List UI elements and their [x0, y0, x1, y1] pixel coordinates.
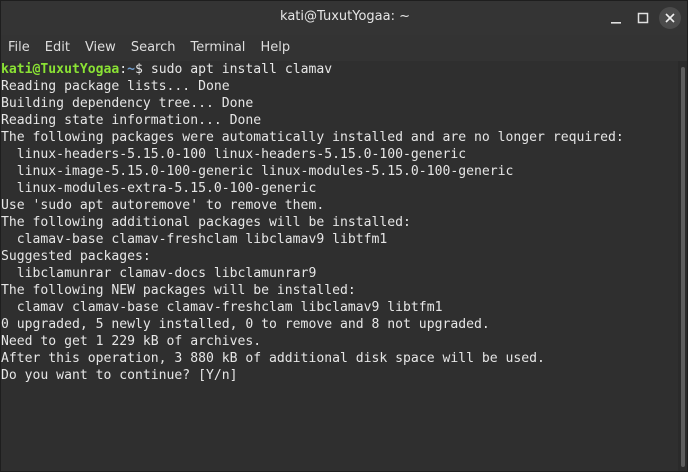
- prompt-separator: :: [119, 62, 128, 77]
- output-line: clamav clamav-base clamav-freshclam libc…: [1, 300, 443, 315]
- output-line: Need to get 1 229 kB of archives.: [1, 334, 262, 349]
- output-line: Suggested packages:: [1, 249, 151, 264]
- output-line: After this operation, 3 880 kB of additi…: [1, 351, 545, 366]
- menu-bar: File Edit View Search Terminal Help: [1, 35, 687, 61]
- scrollbar[interactable]: [678, 61, 687, 471]
- terminal-output[interactable]: kati@TuxutYogaa:~$ sudo apt install clam…: [1, 61, 678, 471]
- output-line: linux-modules-extra-5.15.0-100-generic: [1, 181, 317, 196]
- prompt-command: sudo apt install clamav: [150, 62, 333, 77]
- menu-edit[interactable]: Edit: [38, 35, 76, 61]
- output-line: 0 upgraded, 5 newly installed, 0 to remo…: [1, 317, 490, 332]
- output-line: Reading package lists... Done: [1, 79, 230, 94]
- output-line: The following packages were automaticall…: [1, 130, 624, 145]
- menu-terminal[interactable]: Terminal: [183, 35, 251, 61]
- menu-file[interactable]: File: [1, 35, 36, 61]
- prompt-user-host: kati@TuxutYogaa: [1, 62, 120, 77]
- close-button[interactable]: [659, 7, 681, 29]
- title-bar[interactable]: kati@TuxutYogaa: ~: [1, 1, 687, 35]
- output-line: linux-headers-5.15.0-100 linux-headers-5…: [1, 147, 467, 162]
- prompt-path: ~: [127, 62, 136, 77]
- output-line: Building dependency tree... Done: [1, 96, 254, 111]
- output-line: clamav-base clamav-freshclam libclamav9 …: [1, 232, 388, 247]
- menu-search[interactable]: Search: [124, 35, 182, 61]
- output-line: The following NEW packages will be insta…: [1, 283, 356, 298]
- terminal-window: kati@TuxutYogaa: ~ File Edit View Search…: [0, 0, 688, 472]
- output-line: Do you want to continue? [Y/n]: [1, 368, 246, 383]
- output-line: The following additional packages will b…: [1, 215, 411, 230]
- output-line: Use 'sudo apt autoremove' to remove them…: [1, 198, 325, 213]
- window-title: kati@TuxutYogaa: ~: [280, 9, 410, 24]
- scrollbar-thumb[interactable]: [681, 67, 685, 467]
- output-line: linux-image-5.15.0-100-generic linux-mod…: [1, 164, 514, 179]
- output-line: Reading state information... Done: [1, 113, 262, 128]
- prompt-line: kati@TuxutYogaa:~$ sudo apt install clam…: [1, 61, 678, 78]
- output-line: libclamunrar clamav-docs libclamunrar9: [1, 266, 317, 281]
- minimize-icon: [611, 22, 621, 24]
- maximize-button[interactable]: [632, 7, 654, 29]
- menu-help[interactable]: Help: [253, 35, 296, 61]
- close-icon: [665, 13, 675, 23]
- prompt-symbol: $: [135, 62, 151, 77]
- menu-view[interactable]: View: [78, 35, 122, 61]
- minimize-button[interactable]: [605, 7, 627, 29]
- maximize-icon: [637, 12, 649, 24]
